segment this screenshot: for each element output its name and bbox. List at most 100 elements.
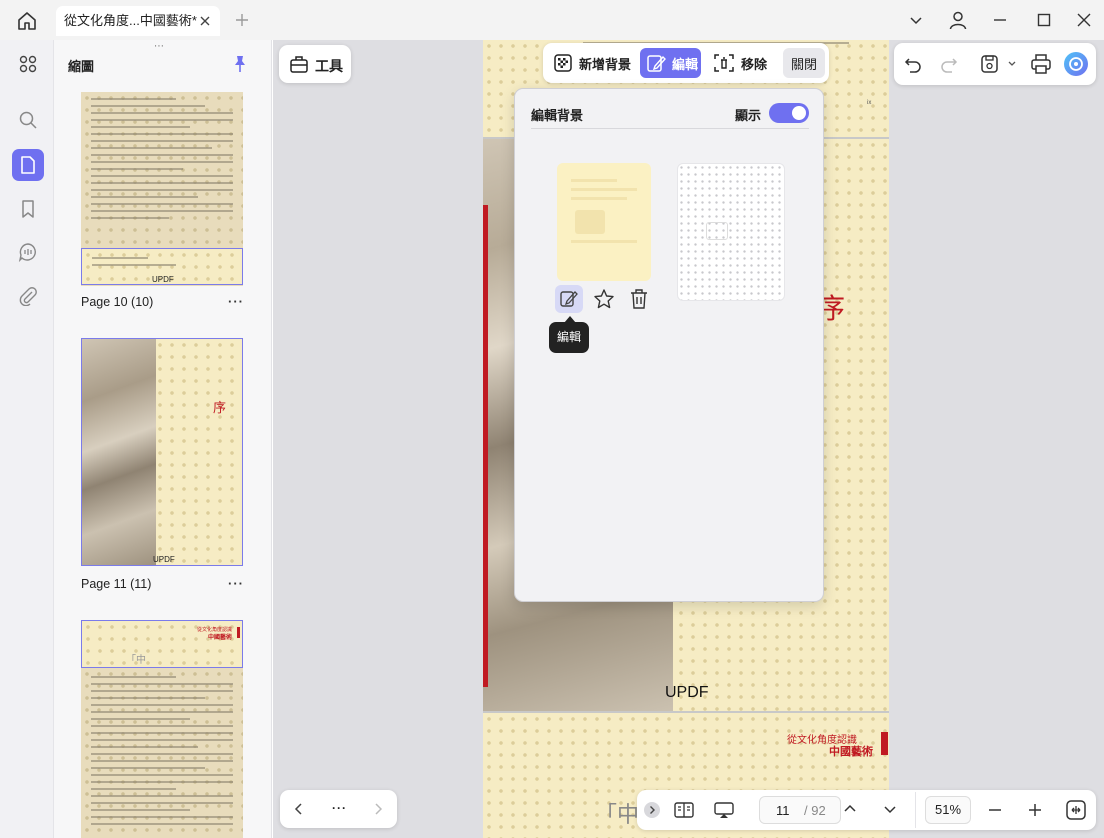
reading-mode-icon[interactable] xyxy=(673,800,695,820)
panel-title: 編輯背景 xyxy=(531,108,584,123)
page-nav-bar: ··· xyxy=(280,790,397,828)
undo-icon[interactable] xyxy=(904,55,922,73)
presentation-icon[interactable] xyxy=(713,800,735,820)
remove-background-label: 移除 xyxy=(741,56,768,72)
collapse-bar-icon[interactable] xyxy=(644,802,660,818)
tools-label: 工具 xyxy=(315,58,343,74)
footer-red-bar xyxy=(881,732,888,755)
show-toggle[interactable] xyxy=(769,103,809,123)
quote-char: 「中 xyxy=(595,803,640,828)
zoom-out-icon[interactable] xyxy=(987,802,1003,818)
total-pages: / 92 xyxy=(804,803,826,818)
show-label: 顯示 xyxy=(735,108,762,123)
page-number-mark: ix xyxy=(867,100,872,106)
edit-tooltip: 編輯 xyxy=(549,322,589,353)
zoom-in-icon[interactable] xyxy=(1027,802,1043,818)
search-icon[interactable] xyxy=(12,104,44,136)
template-favorite-icon[interactable] xyxy=(593,288,615,310)
thumbnail-page-12[interactable]: 從文化角度認識 中國藝術 「中 xyxy=(81,620,243,838)
thumb-watermark: UPDF xyxy=(153,555,175,564)
template-edit-button[interactable] xyxy=(555,285,583,313)
tools-button[interactable]: 工具 xyxy=(279,45,351,83)
fit-page-icon[interactable] xyxy=(1065,799,1087,821)
thumb-text-block xyxy=(91,98,233,224)
landscape-painting-image xyxy=(82,339,156,565)
attachment-icon[interactable] xyxy=(12,280,44,312)
thumb-quote-char: 「中 xyxy=(126,655,146,666)
print-icon[interactable] xyxy=(1030,53,1052,75)
tools-icon xyxy=(289,54,309,74)
nav-more-button[interactable]: ··· xyxy=(332,801,347,815)
close-background-button[interactable]: 關閉 xyxy=(783,48,825,78)
page-11-more-button[interactable]: ··· xyxy=(228,576,244,591)
maximize-icon[interactable] xyxy=(1036,12,1052,28)
thumbnail-page-11[interactable]: 序 UPDF xyxy=(81,338,243,566)
add-background-icon xyxy=(553,53,573,73)
minimize-icon[interactable] xyxy=(992,12,1008,28)
thumb-text-block xyxy=(91,676,233,830)
apps-icon[interactable] xyxy=(12,48,44,80)
page-label-10: Page 10 (10) xyxy=(81,295,154,309)
ai-assistant-icon[interactable] xyxy=(1064,52,1088,76)
pin-icon[interactable] xyxy=(232,55,248,73)
tab-close-icon[interactable] xyxy=(198,14,212,28)
edit-background-button[interactable]: 編輯 xyxy=(640,48,701,78)
edit-background-panel: 編輯背景 顯示 編輯 xyxy=(514,88,824,602)
page-up-icon[interactable] xyxy=(842,801,858,817)
thumb-header-big: 中國藝術 xyxy=(207,635,232,641)
thumb-red-bar xyxy=(237,627,240,638)
tooltip-arrow xyxy=(564,316,576,323)
template-preview-lines xyxy=(571,179,637,265)
document-tab[interactable]: 從文化角度...中國藝術* xyxy=(56,6,220,36)
divider xyxy=(531,128,809,129)
edit-icon xyxy=(560,289,583,309)
tab-title: 從文化角度...中國藝術* xyxy=(64,13,197,28)
title-bar: 從文化角度...中國藝術* xyxy=(0,0,1104,40)
next-icon[interactable] xyxy=(371,801,385,817)
right-toolbar xyxy=(894,43,1096,85)
comment-icon[interactable] xyxy=(12,236,44,268)
redo-icon[interactable] xyxy=(940,55,958,73)
view-control-bar: 11 / 92 51% xyxy=(637,790,1096,830)
thumb-selection: 從文化角度認識 中國藝術 「中 xyxy=(81,620,243,668)
thumbnail-panel: ⋯ 縮圖 UPDF Page 10 (10) ··· 序 UPDF Page 1… xyxy=(54,40,272,838)
remove-background-button[interactable]: 移除 xyxy=(709,48,771,78)
template-delete-icon[interactable] xyxy=(629,288,649,310)
bookmark-icon[interactable] xyxy=(12,193,44,225)
save-icon[interactable] xyxy=(980,54,1000,74)
footer-big-title: 中國藝術 xyxy=(829,746,873,758)
save-dropdown-icon[interactable] xyxy=(1007,59,1017,69)
current-page-value: 11 xyxy=(776,803,790,818)
left-rail xyxy=(0,40,54,838)
chevron-down-icon[interactable] xyxy=(908,12,924,28)
home-icon[interactable] xyxy=(16,10,38,32)
background-toolbar: 新增背景 編輯 移除 關閉 xyxy=(543,43,829,83)
close-window-icon[interactable] xyxy=(1076,12,1092,28)
zoom-field[interactable]: 51% xyxy=(925,796,971,824)
page-label-11: Page 11 (11) xyxy=(81,577,152,591)
thumb-selection: UPDF xyxy=(81,248,243,285)
add-background-button[interactable]: 新增背景 xyxy=(549,48,635,78)
remove-background-icon xyxy=(713,52,735,74)
thumbnail-page-10[interactable]: UPDF xyxy=(81,92,243,286)
page-watermark: UPDF xyxy=(665,684,709,701)
page-number-field[interactable]: 11 / 92 xyxy=(759,796,841,824)
previous-icon[interactable] xyxy=(292,801,306,817)
resize-handle[interactable]: ⋯ xyxy=(154,41,165,52)
page-down-icon[interactable] xyxy=(882,801,898,817)
new-tab-icon[interactable] xyxy=(234,12,250,28)
thumb-preface-char: 序 xyxy=(213,401,227,416)
page-thumbnail-icon[interactable] xyxy=(12,149,44,181)
edit-background-icon xyxy=(646,53,666,73)
background-template-2[interactable] xyxy=(677,163,785,301)
edit-background-label: 編輯 xyxy=(672,56,699,72)
panel-title: 縮圖 xyxy=(68,59,95,74)
red-edge-bar xyxy=(483,205,488,687)
add-background-label: 新增背景 xyxy=(579,56,632,72)
background-template-1[interactable] xyxy=(557,163,651,281)
divider xyxy=(915,792,916,828)
thumb-watermark: UPDF xyxy=(152,275,174,284)
image-placeholder-icon xyxy=(706,222,728,240)
page-10-more-button[interactable]: ··· xyxy=(228,294,244,309)
account-icon[interactable] xyxy=(948,10,968,30)
